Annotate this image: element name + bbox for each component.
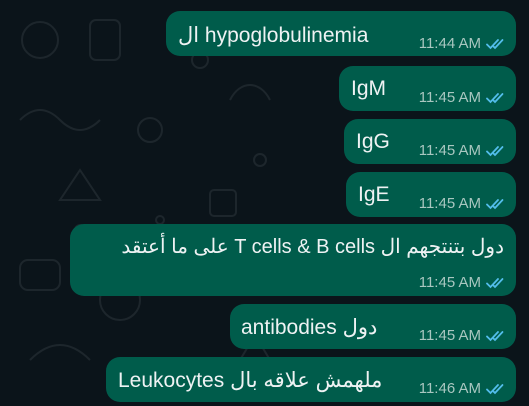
message-bubble[interactable]: دول بتنتجهم ال T cells & B cells على ما … [70, 224, 516, 296]
message-meta: 11:45 AM [419, 274, 508, 291]
message-time: 11:45 AM [418, 142, 481, 159]
message-meta: 11:45 AM [419, 195, 508, 212]
message-meta: 11:45 AM [419, 89, 508, 106]
message-time: 11:45 AM [418, 89, 481, 106]
message-meta: 11:45 AM [419, 327, 508, 344]
read-double-tick-icon [486, 37, 508, 51]
message-bubble[interactable]: IgE 11:45 AM [346, 172, 516, 217]
message-text: ملهمش علاقه بال Leukocytes [118, 369, 383, 392]
read-double-tick-icon [486, 91, 508, 105]
message-time: 11:45 AM [418, 274, 481, 291]
message-bubble[interactable]: دول antibodies 11:45 AM [230, 304, 516, 349]
message-time: 11:44 AM [418, 35, 481, 52]
read-double-tick-icon [486, 276, 508, 290]
read-double-tick-icon [486, 144, 508, 158]
message-bubble[interactable]: ملهمش علاقه بال Leukocytes 11:46 AM [106, 357, 516, 402]
read-double-tick-icon [486, 197, 508, 211]
message-text: IgE [358, 183, 390, 206]
message-bubble[interactable]: IgM 11:45 AM [339, 66, 516, 111]
message-text: IgM [351, 77, 387, 100]
message-time: 11:46 AM [418, 380, 481, 397]
message-meta: 11:44 AM [419, 35, 508, 52]
message-bubble[interactable]: ال hypoglobulinemia 11:44 AM [166, 11, 516, 56]
message-text: دول بتنتجهم ال T cells & B cells على ما … [121, 236, 504, 258]
message-time: 11:45 AM [418, 327, 481, 344]
message-text: دول antibodies [241, 316, 378, 339]
chat-message-list[interactable]: ال hypoglobulinemia 11:44 AM IgM 11:45 A… [0, 0, 529, 406]
message-time: 11:45 AM [418, 195, 481, 212]
message-meta: 11:46 AM [419, 380, 508, 397]
message-bubble[interactable]: IgG 11:45 AM [344, 119, 516, 164]
read-double-tick-icon [486, 382, 508, 396]
message-text: ال hypoglobulinemia [178, 24, 369, 47]
read-double-tick-icon [486, 329, 508, 343]
message-meta: 11:45 AM [419, 142, 508, 159]
message-text: IgG [356, 130, 390, 153]
